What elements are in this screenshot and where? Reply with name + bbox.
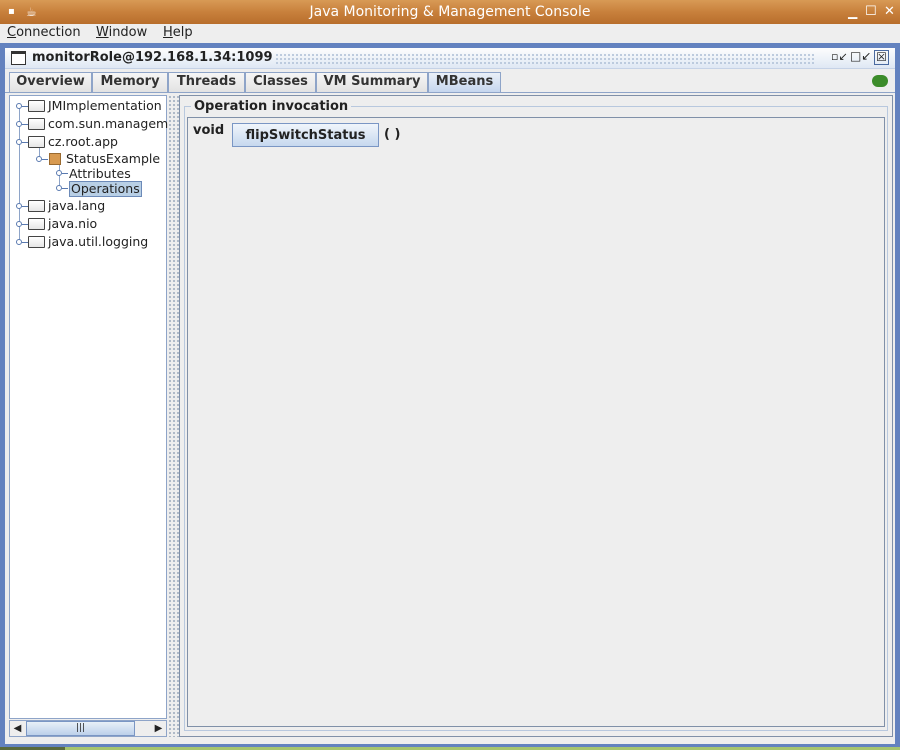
folder-icon	[28, 200, 45, 212]
mbean-icon	[49, 153, 61, 165]
folder-icon	[28, 100, 45, 112]
window-menu-icon[interactable]: ▪	[8, 0, 15, 24]
menu-bar: Connection Window Help	[0, 24, 900, 43]
window-title-bar: ▪ ☕ Java Monitoring & Management Console…	[0, 0, 900, 24]
tab-mbeans[interactable]: MBeans	[428, 72, 501, 92]
return-type: void	[193, 123, 225, 138]
menu-connection[interactable]: Connection	[7, 25, 81, 40]
iconify-button[interactable]: ▫↙	[831, 50, 848, 63]
tab-classes[interactable]: Classes	[245, 72, 316, 92]
group-title: Operation invocation	[191, 99, 352, 114]
restore-button[interactable]: □↙	[850, 49, 871, 63]
tree-node-com-sun-management[interactable]: com.sun.managem	[28, 116, 168, 132]
tree-node-jmimplementation[interactable]: JMImplementation	[28, 98, 162, 114]
connected-icon	[872, 75, 888, 87]
scroll-right-icon[interactable]: ▶	[151, 721, 166, 736]
maximize-button[interactable]: ☐	[865, 0, 877, 24]
tree-node-java-nio[interactable]: java.nio	[28, 216, 97, 232]
frame-close-button[interactable]: ☒	[874, 50, 889, 65]
tree-node-attributes[interactable]: Attributes	[69, 166, 131, 182]
close-button[interactable]: ✕	[884, 0, 895, 24]
menu-help[interactable]: Help	[163, 25, 193, 40]
mbean-tree: JMImplementation com.sun.managem cz.root…	[9, 95, 168, 719]
tab-overview[interactable]: Overview	[9, 72, 92, 92]
tree-node-cz-root-app[interactable]: cz.root.app	[28, 134, 118, 150]
operations-panel: Operation invocation void flipSwitchStat…	[179, 95, 893, 737]
folder-icon	[28, 118, 45, 130]
invoke-flipswitchstatus-button[interactable]: flipSwitchStatus	[232, 123, 379, 147]
tree-node-java-lang[interactable]: java.lang	[28, 198, 105, 214]
title-bar-texture	[275, 53, 815, 64]
java-icon: ☕	[26, 5, 37, 19]
tree-node-statusexample[interactable]: StatusExample	[49, 151, 160, 167]
tree-node-java-util-logging[interactable]: java.util.logging	[28, 234, 148, 250]
split-pane-divider[interactable]	[169, 95, 179, 737]
tree-horizontal-scrollbar[interactable]: ◀ ||| ▶	[9, 720, 167, 737]
internal-frame-title-bar: monitorRole@192.168.1.34:1099 ▫↙ □↙ ☒	[5, 48, 895, 69]
frame-icon	[11, 51, 26, 65]
scroll-thumb[interactable]: |||	[26, 721, 135, 736]
internal-frame: monitorRole@192.168.1.34:1099 ▫↙ □↙ ☒ Ov…	[0, 43, 900, 747]
folder-icon	[28, 218, 45, 230]
tab-memory[interactable]: Memory	[92, 72, 168, 92]
operation-invocation-group: Operation invocation void flipSwitchStat…	[184, 99, 888, 731]
scroll-left-icon[interactable]: ◀	[10, 721, 25, 736]
tab-threads[interactable]: Threads	[168, 72, 245, 92]
operation-params: ( )	[384, 127, 401, 142]
connection-title: monitorRole@192.168.1.34:1099	[32, 50, 273, 65]
window-title: Java Monitoring & Management Console	[309, 4, 591, 20]
tree-node-operations[interactable]: Operations	[69, 181, 142, 197]
folder-icon	[28, 236, 45, 248]
minimize-button[interactable]: ▁	[848, 0, 857, 24]
menu-window[interactable]: Window	[96, 25, 147, 40]
tab-vm-summary[interactable]: VM Summary	[316, 72, 428, 92]
folder-icon	[28, 136, 45, 148]
